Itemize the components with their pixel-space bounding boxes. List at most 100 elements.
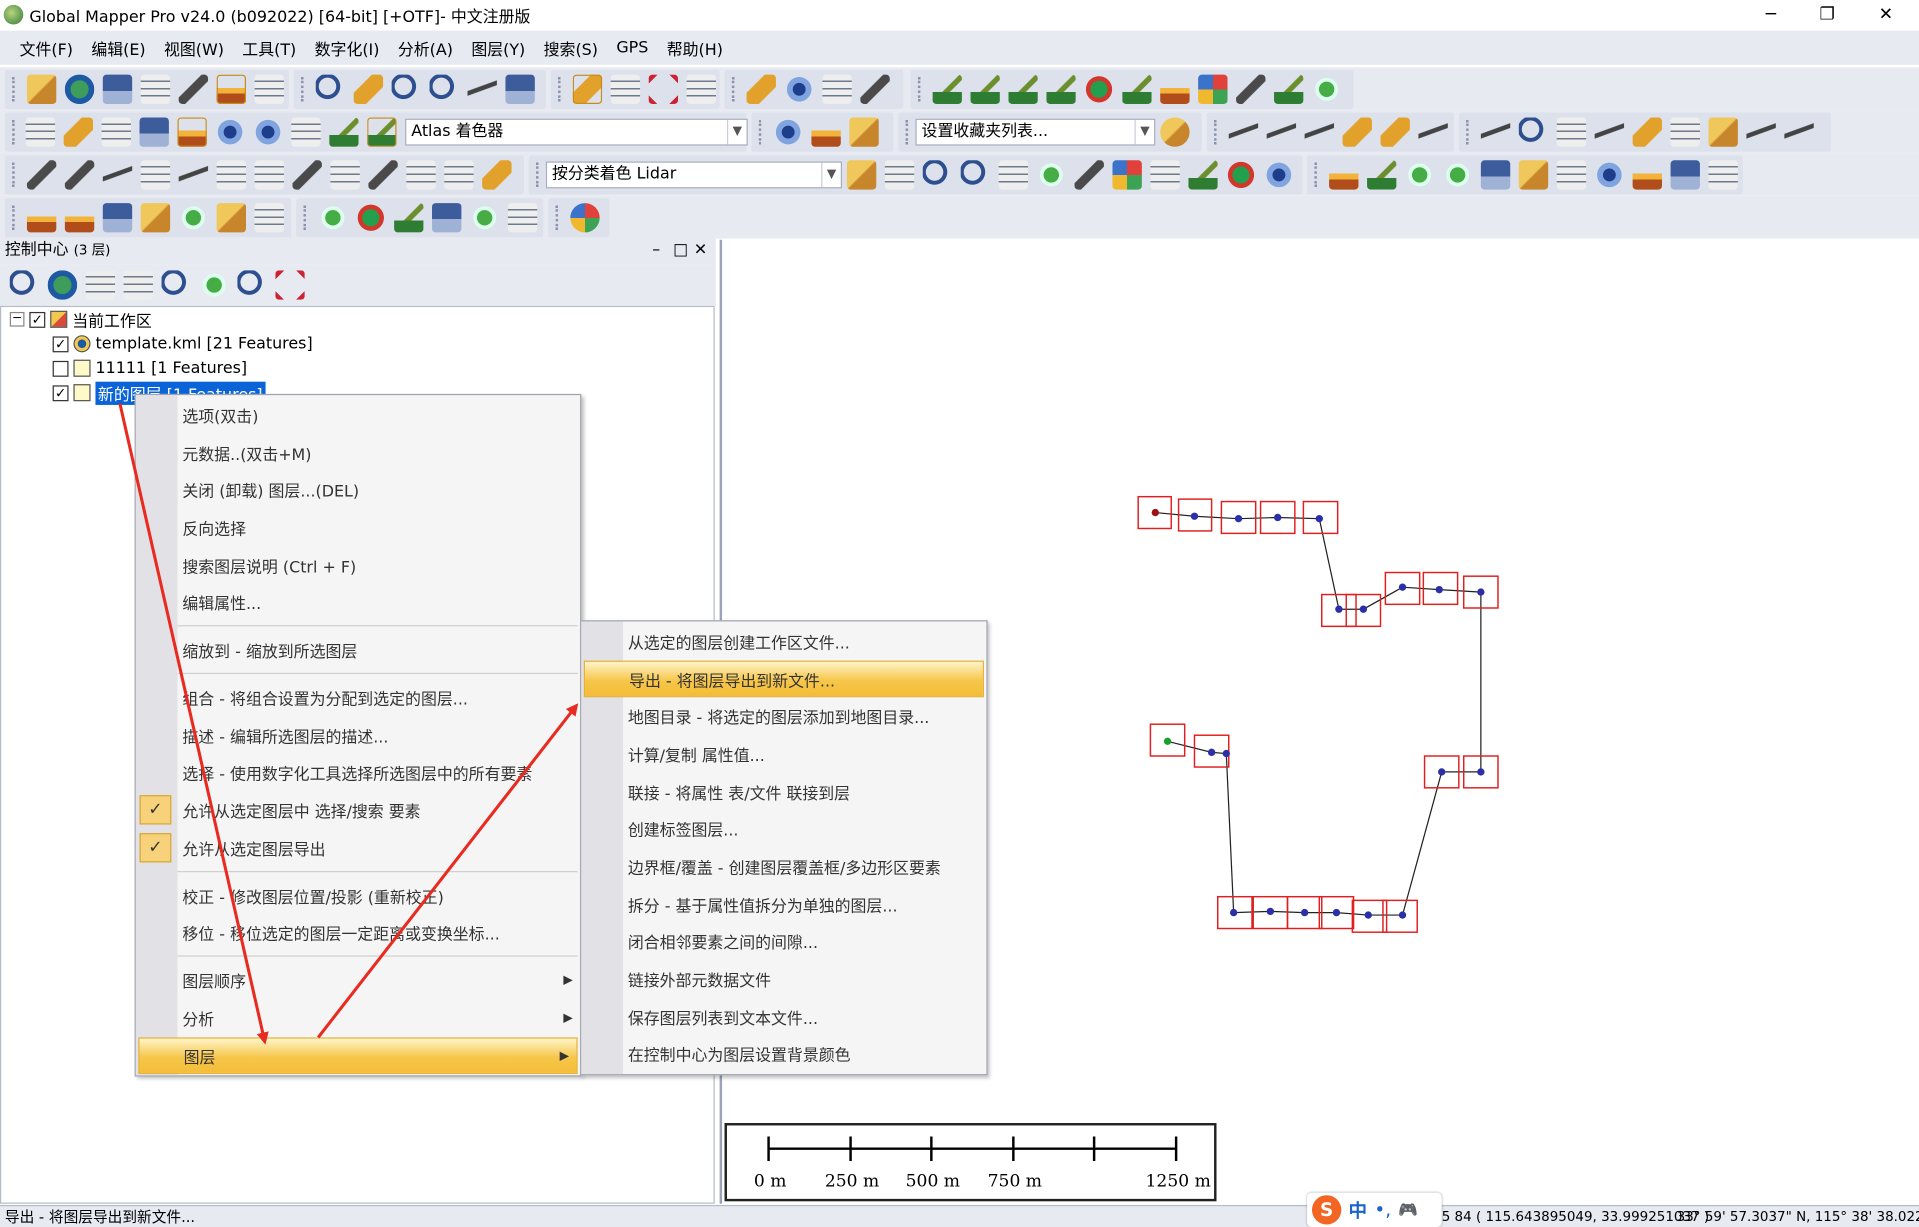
join-icon[interactable] <box>253 160 284 190</box>
crop-icon[interactable] <box>443 160 474 190</box>
edit-attr-icon[interactable] <box>1783 117 1814 147</box>
workspace-checkbox[interactable]: ✓ <box>29 311 46 328</box>
globe-layer-icon[interactable] <box>47 270 77 300</box>
delete-x-icon[interactable] <box>648 74 678 104</box>
edit-check-icon[interactable] <box>1035 160 1066 190</box>
copy-icon[interactable] <box>405 160 436 190</box>
star-icon[interactable] <box>1159 117 1189 147</box>
menu-item-shift[interactable]: 移位 - 移位选定的图层一定距离或变换坐标... <box>136 914 580 951</box>
layer-checkbox[interactable]: ✓ <box>52 384 69 401</box>
copy-layer-icon[interactable] <box>122 270 153 300</box>
ime-indicator[interactable]: S 中 •, 🎮 <box>1307 1192 1442 1227</box>
grid-hatch-icon[interactable] <box>998 160 1028 190</box>
submenu-item-create-workspace[interactable]: 从选定的图层创建工作区文件... <box>581 623 986 660</box>
edit-vertex-icon[interactable] <box>1594 117 1624 147</box>
contrast-icon[interactable] <box>290 117 321 147</box>
hillshade-icon[interactable] <box>176 117 207 147</box>
water-drop-icon[interactable] <box>252 117 283 147</box>
refresh-icon[interactable] <box>848 117 879 147</box>
menu-layer[interactable]: 图层(Y) <box>471 36 525 59</box>
wrench-icon[interactable] <box>178 74 208 104</box>
open-folder-icon[interactable] <box>26 74 56 104</box>
menu-item-group[interactable]: 组合 - 将组合设置为分配到选定的图层... <box>136 679 580 716</box>
check-draw-icon[interactable] <box>1745 117 1776 147</box>
feature-info-icon[interactable] <box>821 74 852 104</box>
toolbar-grip[interactable] <box>12 162 16 188</box>
add-layer-icon[interactable] <box>198 270 229 300</box>
menu-help[interactable]: 帮助(H) <box>667 36 723 59</box>
layer-checkbox[interactable] <box>52 360 69 377</box>
submenu-item-label-layer[interactable]: 创建标签图层... <box>581 810 986 847</box>
toolbar-grip[interactable] <box>536 162 540 188</box>
measure-angle-icon[interactable] <box>1480 117 1510 147</box>
puzzle-icon[interactable] <box>216 203 246 233</box>
pin-icon[interactable] <box>140 203 170 233</box>
layers-stack-icon[interactable] <box>1159 74 1189 104</box>
grid-icon[interactable] <box>1556 117 1586 147</box>
submenu-item-bg-color[interactable]: 在控制中心为图层设置背景颜色 <box>581 1035 986 1072</box>
visibility-icon[interactable] <box>236 270 267 300</box>
turtle-icon[interactable] <box>393 203 423 233</box>
find-layer-icon[interactable] <box>160 270 191 300</box>
close-button[interactable]: ✕ <box>1858 0 1914 29</box>
filter-icon[interactable] <box>846 160 876 190</box>
add-vertex-icon[interactable] <box>291 160 322 190</box>
panel-minimize-button[interactable]: – <box>652 237 660 264</box>
contour-icon[interactable] <box>969 74 1000 104</box>
toolbar-grip[interactable] <box>1314 162 1318 188</box>
delete-vertex-icon[interactable] <box>329 160 360 190</box>
smooth-icon[interactable] <box>367 160 398 190</box>
zoom-in-icon[interactable] <box>391 74 421 104</box>
gear-icon[interactable] <box>810 117 841 147</box>
overview-icon[interactable] <box>253 74 284 104</box>
menu-gps[interactable]: GPS <box>616 39 648 57</box>
menu-item-allow-select[interactable]: ✓ 允许从选定图层中 选择/搜索 要素 <box>136 791 580 828</box>
submenu-item-calc-attr[interactable]: 计算/复制 属性值... <box>581 735 986 772</box>
toolbar-grip[interactable] <box>731 77 736 102</box>
draw-area-icon[interactable] <box>1341 117 1372 147</box>
polygon-fill-icon[interactable] <box>1707 117 1738 147</box>
remove-layer-icon[interactable] <box>274 270 305 300</box>
toolbar-grip[interactable] <box>1214 119 1218 145</box>
draw-segment-icon[interactable] <box>1379 117 1410 147</box>
pole-icon[interactable] <box>1518 160 1548 190</box>
play-icon[interactable] <box>317 203 347 233</box>
draw-freehand-icon[interactable] <box>1304 117 1334 147</box>
submenu-item-close-gaps[interactable]: 闭合相邻要素之间的间隙... <box>581 922 986 959</box>
submenu-item-export[interactable]: 导出 - 将图层导出到新文件... <box>583 660 984 698</box>
menu-item-allow-export[interactable]: ✓ 允许从选定图层导出 <box>136 829 580 866</box>
drone-icon[interactable] <box>1263 160 1293 190</box>
toolbar-grip[interactable] <box>12 119 15 145</box>
selection-grid-icon[interactable] <box>1707 160 1738 190</box>
point-density-icon[interactable] <box>26 203 56 233</box>
vertical-exag-icon[interactable] <box>328 117 358 147</box>
shrub-icon[interactable] <box>1404 160 1434 190</box>
triangle-icon[interactable] <box>1073 160 1104 190</box>
zoom-layer-icon[interactable] <box>9 270 39 300</box>
toolbar-grip[interactable] <box>558 77 562 102</box>
workspace-icon[interactable] <box>140 74 170 104</box>
elevation-icon[interactable] <box>1045 74 1076 104</box>
favorites-dropdown[interactable]: 设置收藏夹列表... ▼ <box>915 118 1156 146</box>
toolbar-grip[interactable] <box>301 77 305 102</box>
split-view-icon[interactable] <box>25 117 55 147</box>
select-box-icon[interactable] <box>610 74 640 104</box>
menu-item-describe[interactable]: 描述 - 编辑所选图层的描述... <box>136 717 580 754</box>
menu-item-rectify[interactable]: 校正 - 修改图层位置/投影 (重新校正) <box>136 877 580 914</box>
terrain-icon[interactable] <box>931 74 962 104</box>
search-points-icon[interactable] <box>922 160 952 190</box>
dots-line-icon[interactable] <box>1632 160 1662 190</box>
remove-globe-icon[interactable] <box>507 203 537 233</box>
stop-icon[interactable] <box>355 203 385 233</box>
toolbar-grip[interactable] <box>917 77 922 102</box>
pencil-icon[interactable] <box>481 160 511 190</box>
menu-analysis[interactable]: 分析(A) <box>398 36 453 59</box>
water-level-icon[interactable] <box>214 117 245 147</box>
menu-item-options[interactable]: 选项(双击) <box>136 396 580 433</box>
fast-forward-icon[interactable] <box>431 203 461 233</box>
layer-checkbox[interactable]: ✓ <box>52 335 69 352</box>
panel-maximize-button[interactable]: □ <box>673 237 688 264</box>
path-icon[interactable] <box>102 160 132 190</box>
menu-item-layer-order[interactable]: 图层顺序 ▶ <box>136 962 580 999</box>
move-vertex-icon[interactable] <box>140 160 170 190</box>
